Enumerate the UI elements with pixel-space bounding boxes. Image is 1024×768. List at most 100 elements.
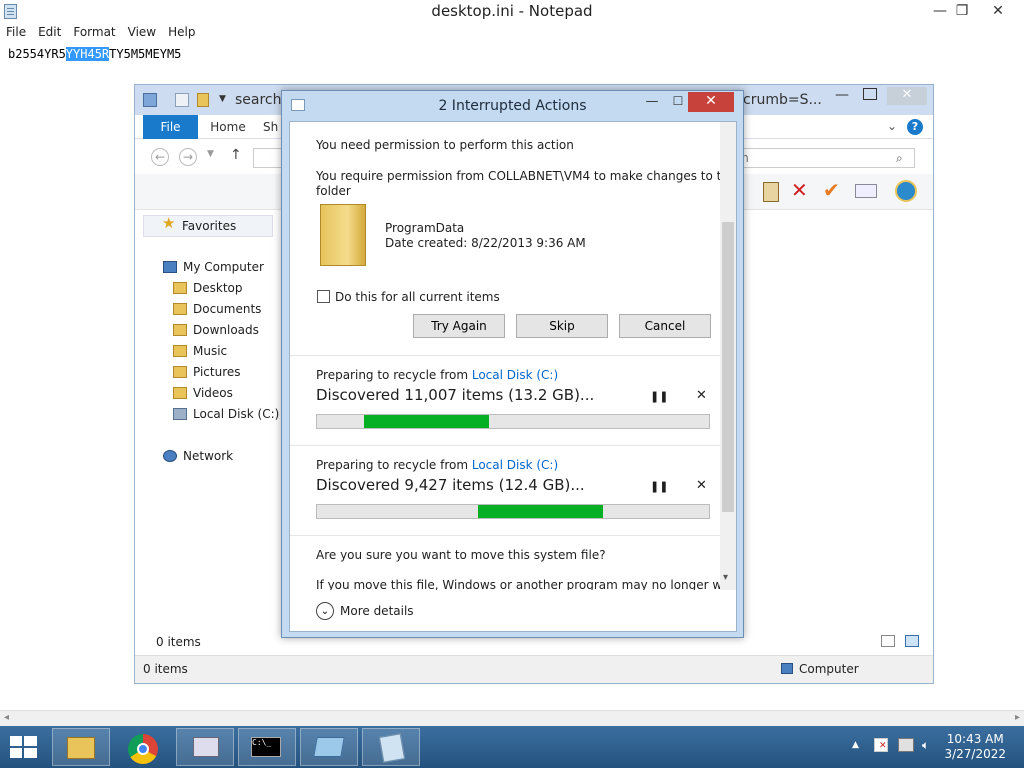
menu-help[interactable]: Help (162, 23, 201, 41)
notepad-horizontal-scrollbar[interactable]: ◂ ▸ (0, 710, 1024, 726)
dialog-body: You need permission to perform this acti… (289, 121, 737, 632)
skip-button[interactable]: Skip (516, 314, 608, 338)
notepad-text-area[interactable]: b2554YR5YYH45RTY5M5MEYM5 (8, 47, 181, 61)
search-input[interactable]: rch ⌕ (725, 148, 915, 168)
up-icon[interactable]: ↑ (230, 147, 242, 163)
cmd-icon: C:\_ (251, 737, 281, 757)
network-icon (163, 450, 177, 462)
notepad-menu-bar: File Edit Format View Help (0, 23, 1024, 43)
try-again-button[interactable]: Try Again (413, 314, 505, 338)
op1-pause-button[interactable]: ❚❚ (650, 390, 668, 403)
sidebar-item-documents[interactable]: Documents (173, 299, 261, 319)
folder-date-created: Date created: 8/22/2013 9:36 AM (385, 236, 586, 250)
large-icons-view-icon[interactable] (905, 635, 919, 647)
star-icon: ★ (162, 214, 176, 232)
sidebar-item-network[interactable]: Network (163, 446, 233, 466)
delete-icon[interactable]: ✕ (791, 180, 808, 200)
op2-prefix: Preparing to recycle from (316, 458, 472, 472)
taskbar-file-explorer[interactable] (52, 728, 110, 766)
dialog-minimize-button[interactable]: — (642, 94, 662, 112)
start-button[interactable] (10, 736, 38, 758)
more-details-link[interactable]: More details (340, 604, 414, 618)
chrome-icon[interactable] (128, 734, 158, 764)
op2-source-link[interactable]: Local Disk (C:) (472, 458, 558, 472)
taskbar-app[interactable] (300, 728, 358, 766)
folder-icon (173, 366, 187, 378)
sidebar-item-music[interactable]: Music (173, 341, 227, 361)
checkmark-icon[interactable]: ✔ (823, 180, 840, 200)
apply-all-checkbox[interactable] (317, 290, 330, 303)
explorer-minimize-button[interactable]: — (835, 87, 849, 103)
cancel-button[interactable]: Cancel (619, 314, 711, 338)
windows-logo-icon (10, 736, 22, 746)
scroll-left-icon[interactable]: ◂ (4, 712, 9, 723)
sidebar-item-label: Local Disk (C:) (193, 407, 280, 421)
scroll-down-icon[interactable]: ▾ (723, 572, 728, 583)
sidebar-item-desktop[interactable]: Desktop (173, 278, 243, 298)
clipboard-icon[interactable] (763, 182, 779, 202)
expand-details-icon[interactable]: ⌄ (316, 602, 334, 620)
folder-icon (67, 737, 95, 759)
explorer-status-bar: 0 items Computer (135, 655, 933, 683)
volume-icon[interactable]: 🔈︎ (922, 738, 936, 752)
new-folder-icon[interactable] (197, 93, 209, 107)
explorer-title-right: crumb=S... (743, 92, 822, 108)
apply-all-label: Do this for all current items (335, 290, 500, 304)
op2-cancel-button[interactable]: ✕ (696, 478, 707, 493)
action-center-icon[interactable]: ✕ (874, 738, 888, 752)
tab-home[interactable]: Home (203, 115, 253, 139)
tab-file[interactable]: File (143, 115, 198, 139)
op2-pause-button[interactable]: ❚❚ (650, 480, 668, 493)
quick-access-dropdown-icon[interactable]: ▼ (219, 94, 226, 104)
help-icon[interactable]: ? (907, 119, 923, 135)
dialog-close-button[interactable]: ✕ (688, 92, 734, 112)
maximize-button[interactable]: ❐ (946, 0, 978, 22)
menu-file[interactable]: File (0, 23, 32, 41)
windows-logo-pane (10, 748, 22, 758)
sidebar-item-videos[interactable]: Videos (173, 383, 233, 403)
network-status-icon[interactable] (898, 738, 914, 752)
folder-icon (173, 345, 187, 357)
op1-source-link[interactable]: Local Disk (C:) (472, 368, 558, 382)
sidebar-item-pictures[interactable]: Pictures (173, 362, 241, 382)
statusbar-location: Computer (799, 662, 859, 676)
items-count: 0 items (156, 635, 201, 649)
sidebar-item-downloads[interactable]: Downloads (173, 320, 259, 340)
computer-icon (781, 663, 793, 674)
taskbar-clock[interactable]: 10:43 AM 3/27/2022 (944, 732, 1006, 762)
forward-icon[interactable]: → (179, 148, 197, 166)
taskbar-notepad[interactable] (362, 728, 420, 766)
favorites-header[interactable]: ★ Favorites (143, 214, 273, 237)
properties-icon[interactable] (175, 93, 189, 107)
op1-label: Preparing to recycle from Local Disk (C:… (316, 368, 558, 382)
back-icon[interactable]: ← (151, 148, 169, 166)
show-hidden-icons[interactable]: ▲ (852, 740, 859, 750)
alert-x-icon: ✕ (879, 741, 887, 751)
text-selection: YYH45R (65, 47, 110, 61)
details-view-icon[interactable] (881, 635, 895, 647)
explorer-close-button[interactable]: ✕ (887, 87, 927, 105)
clock-time: 10:43 AM (946, 732, 1004, 746)
explorer-maximize-button[interactable] (863, 88, 877, 100)
taskbar-task-manager[interactable] (176, 728, 234, 766)
menu-view[interactable]: View (122, 23, 162, 41)
ribbon-expand-icon[interactable]: ⌄ (887, 119, 897, 133)
folder-icon (173, 387, 187, 399)
dialog-scroll-thumb[interactable] (722, 222, 734, 512)
sidebar-item-my-computer[interactable]: My Computer (163, 257, 264, 277)
recent-dropdown-icon[interactable]: ▼ (207, 149, 214, 159)
op1-cancel-button[interactable]: ✕ (696, 388, 707, 403)
close-button[interactable]: ✕ (982, 0, 1014, 22)
menu-edit[interactable]: Edit (32, 23, 67, 41)
op1-progress-fill (364, 415, 490, 428)
scroll-right-icon[interactable]: ▸ (1015, 712, 1020, 723)
sidebar-item-local-disk[interactable]: Local Disk (C:) (173, 404, 279, 424)
menu-format[interactable]: Format (67, 23, 121, 41)
rename-icon[interactable] (855, 184, 877, 198)
dialog-maximize-button[interactable]: ☐ (668, 94, 688, 112)
globe-icon[interactable] (895, 180, 917, 202)
drive-icon (173, 408, 187, 420)
op1-prefix: Preparing to recycle from (316, 368, 472, 382)
taskbar-command-prompt[interactable]: C:\_ (238, 728, 296, 766)
notepad-title: desktop.ini - Notepad (431, 2, 593, 20)
